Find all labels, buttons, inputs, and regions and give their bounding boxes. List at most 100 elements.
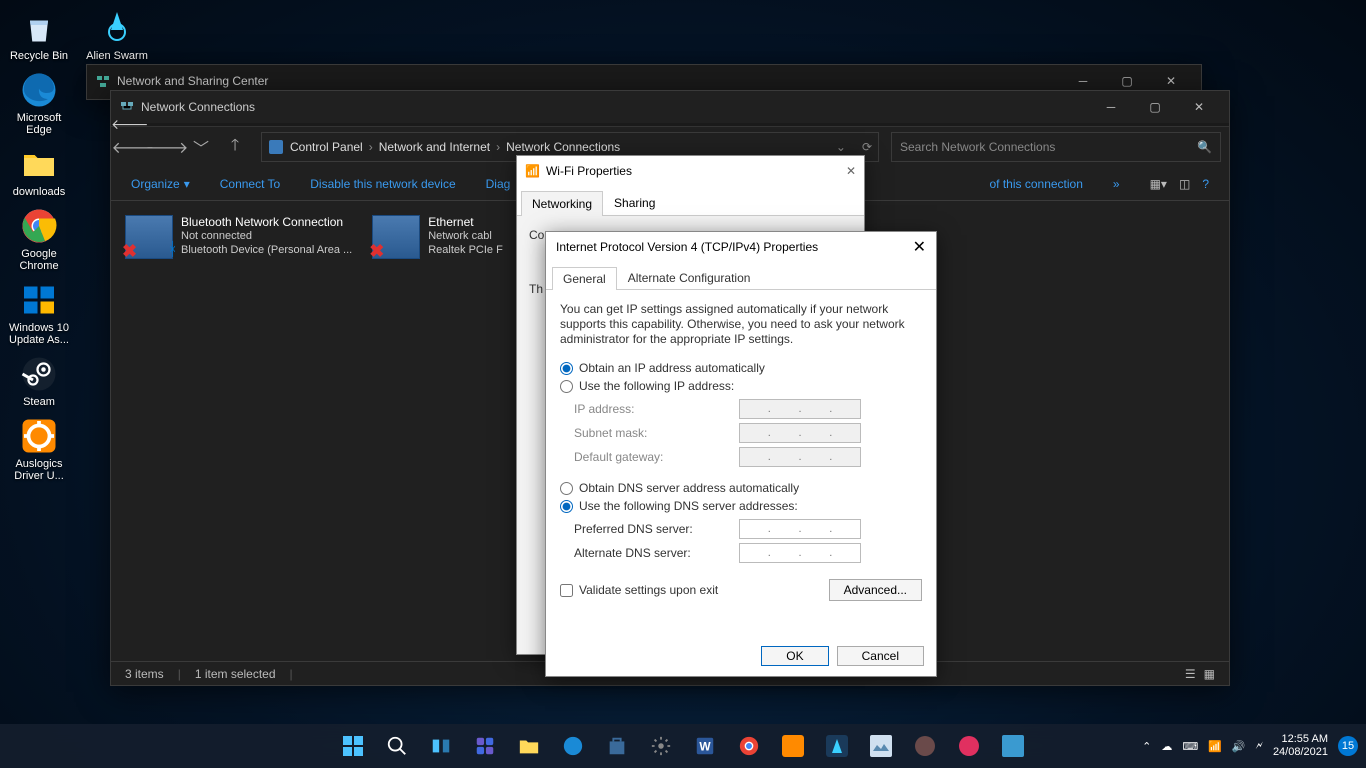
cancel-button[interactable]: Cancel — [837, 646, 924, 666]
desktop-icon-label: Windows 10 Update As... — [4, 322, 74, 346]
tab-sharing[interactable]: Sharing — [603, 190, 666, 215]
nav-back-button[interactable]: 🡐 — [119, 133, 147, 161]
dialog-title: Wi-Fi Properties — [546, 164, 632, 178]
validate-checkbox[interactable] — [560, 584, 573, 597]
app-icon-6[interactable] — [993, 726, 1033, 766]
desktop-icon-label: Steam — [23, 396, 55, 408]
app-icon-2[interactable] — [817, 726, 857, 766]
breadcrumb-dropdown-icon[interactable]: ⌄ — [836, 140, 846, 154]
tab-networking[interactable]: Networking — [521, 191, 603, 216]
close-button[interactable]: ✕ — [846, 164, 856, 178]
advanced-button[interactable]: Advanced... — [829, 579, 922, 601]
radio-auto-dns-label: Obtain DNS server address automatically — [579, 481, 799, 495]
desktop-icon-recycle-bin[interactable]: Recycle Bin — [4, 8, 74, 62]
connection-device: Bluetooth Device (Personal Area ... — [181, 243, 352, 257]
breadcrumb-item[interactable]: Control Panel — [290, 140, 363, 154]
app-icon-3[interactable] — [861, 726, 901, 766]
desktop-icon-steam[interactable]: Steam — [4, 354, 74, 408]
close-button[interactable]: ✕ — [1177, 91, 1221, 123]
search-icon[interactable] — [377, 726, 417, 766]
view-options-icon[interactable]: ▦▾ — [1150, 177, 1167, 191]
disconnected-icon: ✖ — [369, 241, 384, 262]
store-icon[interactable] — [597, 726, 637, 766]
desktop-icon-label: downloads — [13, 186, 66, 198]
refresh-icon[interactable]: ⟳ — [862, 140, 872, 154]
connection-item-ethernet[interactable]: ✖ Ethernet Network cabl Realtek PCIe F — [372, 215, 503, 639]
connect-to-button[interactable]: Connect To — [220, 177, 281, 191]
volume-icon[interactable]: 🔊 — [1232, 740, 1246, 753]
tray-overflow-icon[interactable]: ⌃ — [1142, 740, 1151, 753]
start-button[interactable] — [333, 726, 373, 766]
breadcrumb-item[interactable]: Network Connections — [506, 140, 620, 154]
maximize-button[interactable]: ▢ — [1133, 91, 1177, 123]
minimize-button[interactable]: ─ — [1089, 91, 1133, 123]
desktop-icon-edge[interactable]: Microsoft Edge — [4, 70, 74, 136]
radio-auto-dns[interactable] — [560, 482, 573, 495]
subnet-mask-label: Subnet mask: — [574, 426, 739, 440]
organize-menu[interactable]: Organize ▾ — [131, 177, 190, 191]
time: 12:55 AM — [1273, 733, 1328, 746]
large-icons-view-icon[interactable]: ▦ — [1204, 667, 1215, 681]
edge-icon[interactable] — [553, 726, 593, 766]
radio-manual-dns[interactable] — [560, 500, 573, 513]
dialog-tabs: Networking Sharing — [517, 186, 864, 216]
settings-icon[interactable] — [641, 726, 681, 766]
preview-pane-icon[interactable]: ◫ — [1179, 177, 1190, 191]
file-explorer-icon[interactable] — [509, 726, 549, 766]
battery-icon[interactable]: 🗲 — [1256, 740, 1263, 753]
close-button[interactable]: ✕ — [913, 237, 926, 257]
radio-manual-ip[interactable] — [560, 380, 573, 393]
app-icon-1[interactable] — [773, 726, 813, 766]
ok-button[interactable]: OK — [761, 646, 828, 666]
search-icon[interactable]: 🔍 — [1197, 140, 1212, 154]
onedrive-icon[interactable]: ☁ — [1161, 740, 1172, 753]
notification-badge[interactable]: 15 — [1338, 736, 1358, 756]
desktop-icon-auslogics[interactable]: Auslogics Driver U... — [4, 416, 74, 482]
ethernet-adapter-icon: ✖ — [372, 215, 420, 259]
desktop-icon-downloads[interactable]: downloads — [4, 144, 74, 198]
desktop-icon-alien-swarm[interactable]: Alien Swarm — [82, 8, 152, 62]
tab-alternate-config[interactable]: Alternate Configuration — [617, 266, 762, 289]
nav-recent-button[interactable]: ﹀ — [187, 133, 215, 161]
connection-status: Not connected — [181, 229, 352, 243]
taskbar: W ⌃ ☁ ⌨ 📶 🔊 🗲 12:55 AM 24/08/2021 15 — [0, 724, 1366, 768]
widgets-icon[interactable] — [465, 726, 505, 766]
desktop-icon-label: Recycle Bin — [10, 50, 68, 62]
diagnose-button[interactable]: Diag — [486, 177, 511, 191]
back-arrow-icon[interactable]: 🡐 — [111, 116, 149, 133]
window-title: Network Connections — [141, 100, 1089, 114]
breadcrumb-item[interactable]: Network and Internet — [379, 140, 490, 154]
details-view-icon[interactable]: ☰ — [1185, 667, 1196, 681]
item-count: 3 items — [125, 667, 164, 681]
chrome-icon[interactable] — [729, 726, 769, 766]
word-icon[interactable]: W — [685, 726, 725, 766]
radio-auto-ip[interactable] — [560, 362, 573, 375]
subnet-mask-input: ... — [739, 423, 861, 443]
help-icon[interactable]: ? — [1202, 177, 1209, 191]
alternate-dns-input[interactable]: ... — [739, 543, 861, 563]
chevron-down-icon: ▾ — [184, 177, 190, 191]
desktop-icon-chrome[interactable]: Google Chrome — [4, 206, 74, 272]
preferred-dns-input[interactable]: ... — [739, 519, 861, 539]
wifi-icon[interactable]: 📶 — [1208, 740, 1222, 753]
window-title: Network and Sharing Center — [117, 74, 1061, 88]
dialog-tabs: General Alternate Configuration — [546, 262, 936, 290]
desktop-icon-win10-update[interactable]: Windows 10 Update As... — [4, 280, 74, 346]
ipv4-properties-dialog: Internet Protocol Version 4 (TCP/IPv4) P… — [545, 231, 937, 677]
keyboard-icon[interactable]: ⌨ — [1182, 740, 1198, 753]
app-icon-5[interactable] — [949, 726, 989, 766]
search-placeholder: Search Network Connections — [900, 140, 1055, 154]
ip-address-label: IP address: — [574, 402, 739, 416]
clock[interactable]: 12:55 AM 24/08/2021 — [1273, 733, 1328, 759]
connection-status-button[interactable]: of this connection — [990, 177, 1083, 191]
overflow-icon[interactable]: » — [1113, 177, 1120, 191]
connection-item-bluetooth[interactable]: ✖ᚼ Bluetooth Network Connection Not conn… — [125, 215, 352, 639]
nav-up-button[interactable]: 🡑 — [221, 133, 249, 161]
desktop-icon-label: Auslogics Driver U... — [4, 458, 74, 482]
search-input[interactable]: Search Network Connections 🔍 — [891, 132, 1221, 162]
nav-forward-button[interactable]: 🡒 — [153, 133, 181, 161]
task-view-icon[interactable] — [421, 726, 461, 766]
disable-device-button[interactable]: Disable this network device — [310, 177, 455, 191]
app-icon-4[interactable] — [905, 726, 945, 766]
tab-general[interactable]: General — [552, 267, 617, 290]
